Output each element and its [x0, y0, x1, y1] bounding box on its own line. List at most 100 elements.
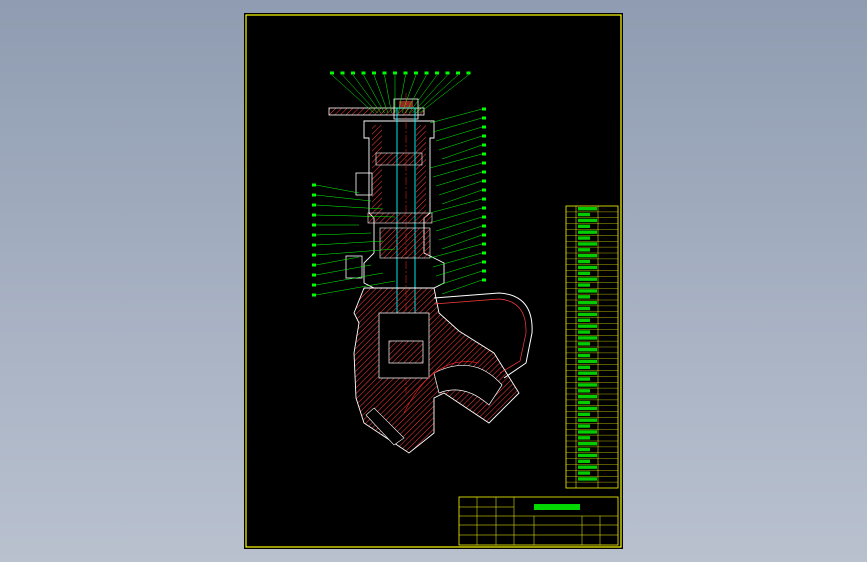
bom-entry-mark	[578, 395, 597, 399]
bom-entry-mark	[578, 477, 597, 481]
valve-assembly-drawing	[245, 14, 622, 548]
leader-line	[405, 74, 427, 114]
part-number-balloon	[312, 283, 316, 287]
leader-line	[412, 74, 448, 114]
part-number-balloon	[482, 269, 486, 273]
leader-line	[363, 74, 385, 114]
part-number-balloon	[312, 193, 316, 197]
bonnet-wall-left	[372, 125, 382, 213]
bom-entry-mark	[578, 359, 597, 364]
part-number-balloon	[351, 71, 355, 75]
part-number-balloon	[482, 242, 486, 246]
bom-entry-mark	[578, 336, 597, 340]
part-number-balloon	[435, 71, 439, 75]
leader-line	[315, 184, 360, 194]
bom-entry-mark	[578, 412, 590, 416]
bom-entry-mark	[578, 283, 590, 287]
leader-line	[315, 264, 372, 276]
valve-section-view	[328, 93, 533, 454]
bom-entry-mark	[578, 436, 590, 440]
bom-entry-mark	[578, 265, 597, 270]
bom-entry-mark	[578, 348, 597, 352]
part-number-balloon	[482, 116, 486, 120]
part-number-balloon	[482, 161, 486, 165]
bom-entry-mark	[578, 377, 590, 381]
packing	[379, 227, 431, 259]
bom-entry-mark	[578, 453, 597, 458]
bom-rows	[566, 207, 618, 483]
leader-line	[373, 74, 389, 114]
part-number-balloon	[372, 71, 376, 75]
leader-line	[331, 74, 375, 114]
part-number-balloon	[482, 233, 486, 237]
part-number-balloon	[312, 273, 316, 277]
bom-entry-mark	[578, 371, 597, 375]
bom-entry-mark	[578, 459, 590, 463]
part-number-balloon	[445, 71, 450, 75]
bom-entry-mark	[578, 242, 597, 246]
bom-entry-mark	[578, 365, 590, 369]
leader-line	[408, 74, 438, 114]
leader-line	[315, 272, 384, 286]
part-number-balloon	[312, 233, 316, 237]
leader-line	[384, 74, 392, 114]
bill-of-materials	[565, 205, 619, 489]
part-number-balloon	[361, 71, 366, 75]
part-number-balloon	[382, 71, 387, 75]
bom-entry-mark	[578, 254, 597, 258]
bom-entry-mark	[578, 312, 597, 317]
bom-entry-mark	[578, 447, 590, 452]
part-number-balloon	[482, 224, 486, 228]
bom-entry-mark	[578, 230, 597, 234]
bom-entry-mark	[578, 324, 597, 328]
bom-entry-mark	[578, 418, 597, 422]
part-number-balloon	[482, 152, 486, 156]
border-frame	[245, 14, 622, 548]
part-number-balloon	[482, 260, 486, 264]
bom-entry-mark	[578, 295, 590, 299]
part-number-balloon	[482, 179, 486, 183]
part-number-balloon	[312, 203, 316, 207]
part-number-balloon	[482, 278, 486, 282]
bom-entry-mark	[578, 442, 597, 446]
leader-line	[429, 198, 483, 214]
part-number-balloon	[482, 134, 486, 138]
part-number-balloon	[393, 71, 397, 75]
leader-line	[315, 240, 384, 246]
part-number-balloon	[312, 223, 316, 227]
bom-entry-mark	[578, 342, 590, 346]
part-number-balloon	[403, 71, 408, 75]
part-number-balloon	[482, 143, 486, 147]
title-text-mark	[534, 504, 580, 510]
bom-entry-mark	[578, 465, 597, 469]
side-lug-left	[355, 172, 373, 196]
handwheel	[328, 107, 425, 116]
leader-line	[342, 74, 378, 114]
bom-entry-mark	[578, 430, 597, 434]
leader-line	[419, 74, 469, 114]
part-number-balloon	[482, 170, 486, 174]
part-number-balloon	[456, 71, 460, 75]
leader-line	[429, 108, 483, 124]
bom-entry-mark	[578, 318, 590, 322]
bom-entry-mark	[578, 218, 597, 223]
part-number-balloon	[312, 243, 316, 247]
bom-entry-mark	[578, 383, 597, 387]
part-number-balloon	[482, 107, 486, 111]
title-block	[458, 496, 619, 546]
leader-line	[415, 74, 459, 114]
bom-entry-mark	[578, 471, 590, 475]
part-number-balloon	[312, 253, 316, 257]
bom-entry-mark	[578, 330, 590, 334]
part-number-balloon	[424, 71, 429, 75]
bom-entry-mark	[578, 212, 590, 217]
bom-entry-mark	[578, 248, 590, 252]
bom-entry-mark	[578, 289, 597, 293]
leader-line	[429, 153, 483, 169]
bom-entry-mark	[578, 424, 590, 428]
bom-entry-mark	[578, 306, 590, 311]
part-number-balloon	[330, 71, 334, 75]
part-number-balloon	[312, 293, 316, 297]
bom-entry-mark	[578, 207, 597, 211]
leader-line	[315, 194, 372, 202]
